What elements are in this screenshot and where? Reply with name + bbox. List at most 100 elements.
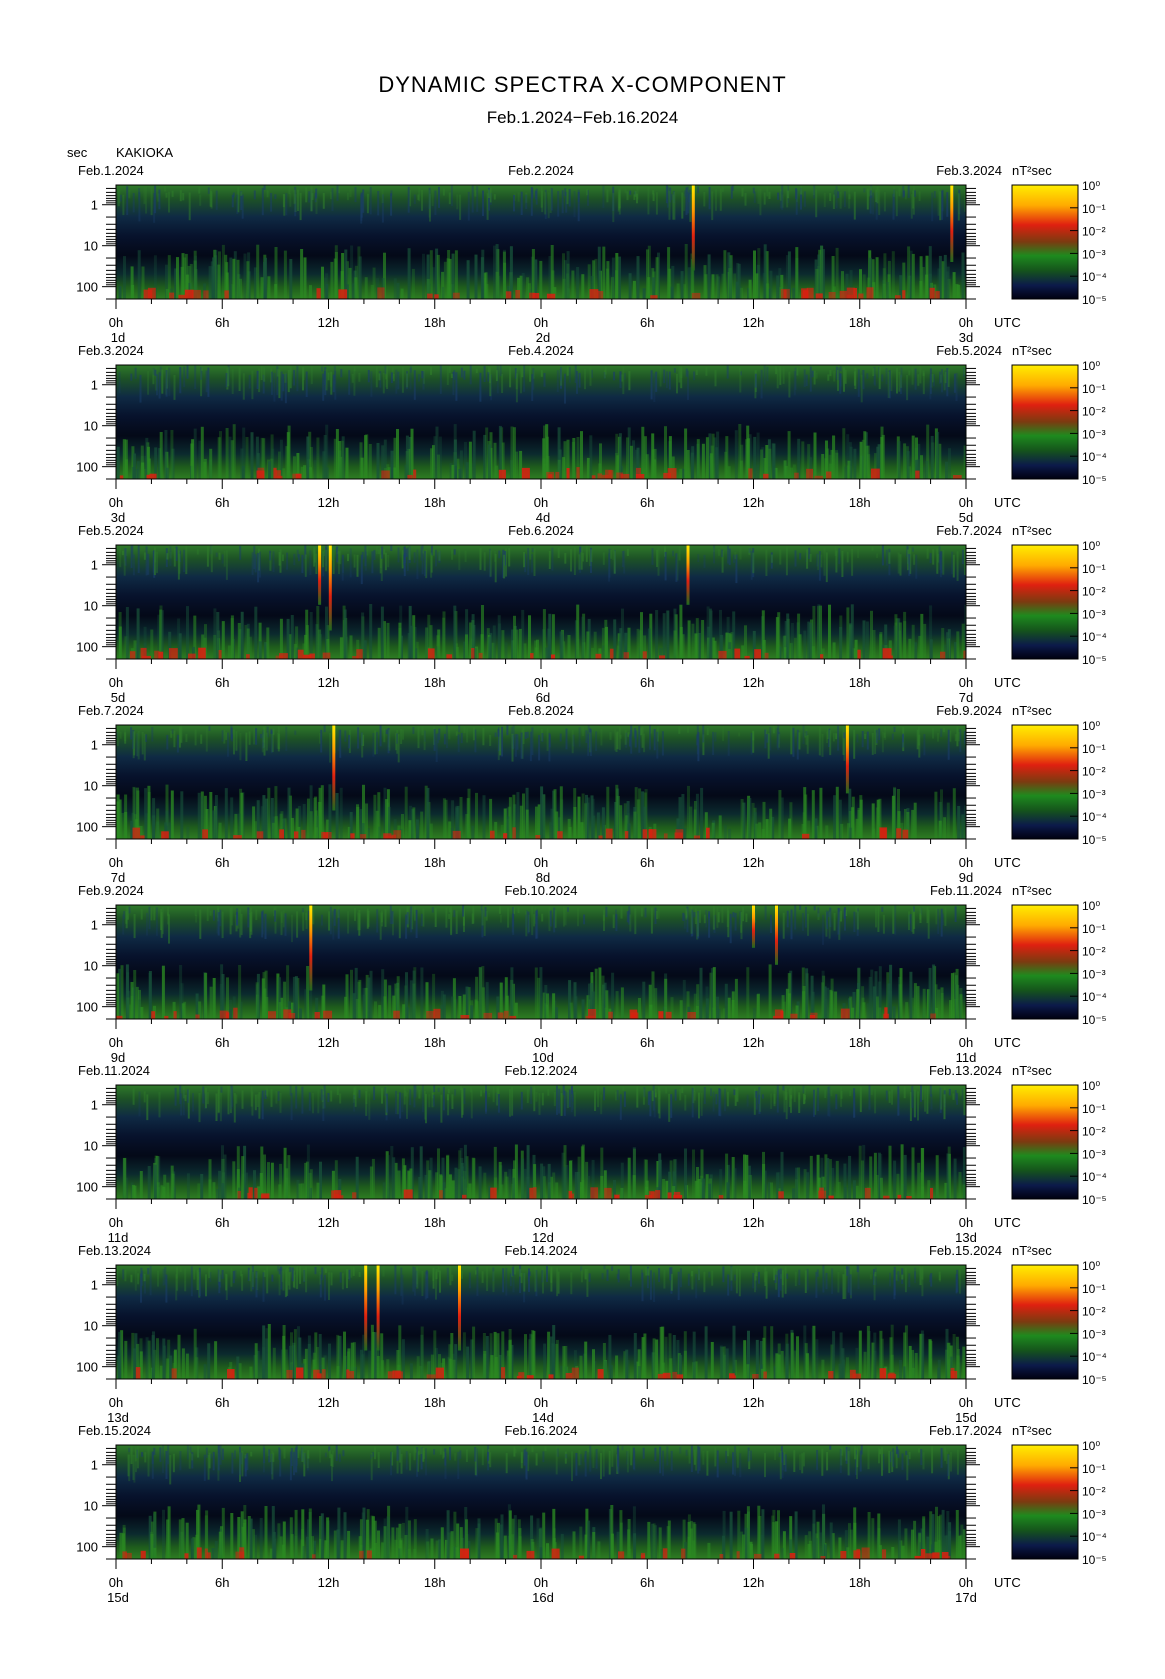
x-tick-label: 18h [424, 1575, 446, 1590]
panel-date-left: Feb.13.2024 [78, 1243, 151, 1258]
x-tick-label: 6h [215, 1395, 229, 1410]
spectral-spike [318, 545, 322, 605]
colorbar-tick-label: 10⁻¹ [1082, 1282, 1106, 1296]
colorbar: 10⁰ 10⁻¹ 10⁻² 10⁻³ 10⁻⁴ 10⁻⁵ [1011, 539, 1107, 667]
spectra-panel: Feb.7.2024 Feb.8.2024 Feb.9.2024 nT²sec 1 10 1… [76, 703, 1107, 885]
colorbar-unit: nT²sec [1012, 1063, 1052, 1078]
colorbar-tick-label: 10⁻⁵ [1082, 1193, 1107, 1207]
x-tick-label: 0h [534, 495, 548, 510]
spectral-spike [686, 545, 690, 605]
panel-date-mid: Feb.6.2024 [508, 523, 574, 538]
colorbar-tick-label: 10⁻⁴ [1082, 270, 1107, 284]
y-tick-label: 10 [84, 1499, 98, 1514]
x-tick-label: 0h [534, 1035, 548, 1050]
panel-date-left: Feb.11.2024 [78, 1063, 150, 1078]
x-tick-label: 18h [849, 495, 871, 510]
x-tick-label: 0h [109, 855, 123, 870]
x-tick-label: 12h [743, 1035, 765, 1050]
colorbar-tick-label: 10⁻⁴ [1082, 1170, 1107, 1184]
colorbar-unit: nT²sec [1012, 1423, 1052, 1438]
x-tick-label: 12h [743, 1215, 765, 1230]
spectra-panels: Feb.1.2024 Feb.2.2024 Feb.3.2024 nT²sec 1 10 1… [76, 163, 1107, 1605]
colorbar-tick-label: 10⁻⁵ [1082, 1553, 1107, 1567]
colorbar-tick-label: 10⁻¹ [1082, 742, 1106, 756]
panel-date-mid: Feb.4.2024 [508, 343, 574, 358]
colorbar-tick-label: 10⁻³ [1082, 607, 1106, 621]
x-tick-label: 6h [640, 315, 654, 330]
colorbar-tick-label: 10⁻⁴ [1082, 990, 1107, 1004]
spectral-spike [691, 185, 695, 271]
x-tick-label: 6h [215, 675, 229, 690]
y-tick-label: 10 [84, 239, 98, 254]
colorbar-tick-label: 10⁻¹ [1082, 1462, 1106, 1476]
day-label-right: 17d [955, 1590, 977, 1605]
colorbar: 10⁰ 10⁻¹ 10⁻² 10⁻³ 10⁻⁴ 10⁻⁵ [1011, 719, 1107, 847]
x-tick-label: 6h [640, 1035, 654, 1050]
x-tick-label: 12h [743, 855, 765, 870]
colorbar-tick-label: 10⁻¹ [1082, 1102, 1106, 1116]
x-tick-label: 18h [849, 675, 871, 690]
x-tick-label: 0h [109, 315, 123, 330]
x-tick-label: 0h [109, 1575, 123, 1590]
utc-label: UTC [994, 495, 1021, 510]
x-tick-label: 18h [424, 1215, 446, 1230]
spectra-panel: Feb.5.2024 Feb.6.2024 Feb.7.2024 nT²sec 1 10 1… [76, 523, 1107, 705]
x-tick-label: 12h [743, 495, 765, 510]
spectral-spike [309, 905, 313, 991]
x-tick-label: 6h [640, 1575, 654, 1590]
x-tick-label: 0h [959, 1575, 973, 1590]
spectrogram [116, 1085, 966, 1199]
x-tick-label: 6h [215, 315, 229, 330]
panel-date-right: Feb.11.2024 [930, 883, 1002, 898]
y-tick-label: 10 [84, 599, 98, 614]
x-tick-label: 12h [318, 495, 340, 510]
y-tick-label: 100 [76, 640, 98, 655]
y-tick-label: 100 [76, 280, 98, 295]
x-tick-label: 0h [959, 1035, 973, 1050]
x-tick-label: 12h [318, 1215, 340, 1230]
x-tick-label: 0h [534, 855, 548, 870]
y-tick-label: 1 [91, 1458, 98, 1473]
spectral-spike [950, 185, 954, 262]
panel-date-mid: Feb.10.2024 [504, 883, 577, 898]
colorbar-unit: nT²sec [1012, 163, 1052, 178]
x-tick-label: 6h [640, 1215, 654, 1230]
y-tick-label: 10 [84, 779, 98, 794]
x-tick-label: 18h [424, 1395, 446, 1410]
colorbar-tick-label: 10⁻¹ [1082, 202, 1106, 216]
y-tick-label: 1 [91, 558, 98, 573]
x-tick-label: 12h [318, 1395, 340, 1410]
colorbar: 10⁰ 10⁻¹ 10⁻² 10⁻³ 10⁻⁴ 10⁻⁵ [1011, 179, 1107, 307]
colorbar-tick-label: 10⁰ [1082, 539, 1100, 553]
x-tick-label: 0h [534, 315, 548, 330]
y-tick-label: 100 [76, 1000, 98, 1015]
x-tick-label: 18h [424, 675, 446, 690]
colorbar-tick-label: 10⁻³ [1082, 1507, 1106, 1521]
x-tick-label: 0h [534, 1575, 548, 1590]
panel-date-left: Feb.3.2024 [78, 343, 144, 358]
spectra-panel: Feb.13.2024 Feb.14.2024 Feb.15.2024 nT²sec1… [76, 1243, 1107, 1425]
x-tick-label: 12h [318, 675, 340, 690]
x-tick-label: 0h [109, 1215, 123, 1230]
colorbar-tick-label: 10⁰ [1082, 719, 1100, 733]
x-tick-label: 18h [849, 1575, 871, 1590]
x-tick-label: 6h [215, 1215, 229, 1230]
spectral-spike [328, 545, 332, 631]
x-tick-label: 18h [424, 855, 446, 870]
y-tick-label: 10 [84, 1319, 98, 1334]
x-tick-label: 0h [534, 1395, 548, 1410]
colorbar: 10⁰ 10⁻¹ 10⁻² 10⁻³ 10⁻⁴ 10⁻⁵ [1011, 359, 1107, 487]
spectral-spike [376, 1265, 380, 1351]
x-tick-label: 18h [424, 315, 446, 330]
x-tick-label: 0h [534, 1215, 548, 1230]
x-tick-label: 6h [640, 675, 654, 690]
x-tick-label: 0h [109, 675, 123, 690]
colorbar-tick-label: 10⁰ [1082, 179, 1100, 193]
colorbar: 10⁰ 10⁻¹ 10⁻² 10⁻³ 10⁻⁴ 10⁻⁵ [1011, 1439, 1107, 1567]
x-tick-label: 6h [215, 1575, 229, 1590]
colorbar-tick-label: 10⁻¹ [1082, 562, 1106, 576]
y-tick-label: 100 [76, 1360, 98, 1375]
panel-date-left: Feb.15.2024 [78, 1423, 151, 1438]
utc-label: UTC [994, 1575, 1021, 1590]
colorbar-tick-label: 10⁻⁴ [1082, 450, 1107, 464]
